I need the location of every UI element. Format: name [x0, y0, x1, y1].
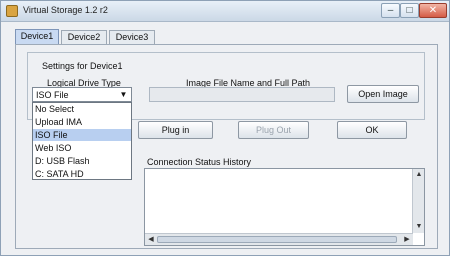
option-sata-hd[interactable]: C: SATA HD	[33, 168, 131, 180]
scroll-right-icon[interactable]: ▶	[402, 235, 412, 245]
option-upload-ima[interactable]: Upload IMA	[33, 116, 131, 128]
window-title: Virtual Storage 1.2 r2	[23, 5, 108, 15]
plug-out-button[interactable]: Plug Out	[238, 121, 309, 139]
option-no-select[interactable]: No Select	[33, 103, 131, 115]
selected-drive-type: ISO File	[36, 90, 69, 100]
horizontal-scroll-thumb[interactable]	[157, 236, 397, 243]
chevron-down-icon[interactable]: ▼	[118, 90, 129, 100]
open-image-button[interactable]: Open Image	[347, 85, 419, 103]
tab-device3[interactable]: Device3	[109, 30, 155, 44]
close-icon: ✕	[428, 5, 438, 16]
option-web-iso[interactable]: Web ISO	[33, 142, 131, 154]
minimize-icon: –	[387, 5, 394, 16]
close-button[interactable]: ✕	[419, 3, 447, 18]
tab-device2[interactable]: Device2	[61, 30, 107, 44]
connection-status-history[interactable]: ▲ ▼ ◀ ▶	[144, 168, 425, 246]
settings-title: Settings for Device1	[42, 61, 123, 71]
history-horizontal-scrollbar[interactable]: ◀ ▶	[145, 233, 413, 245]
drive-type-dropdown: No Select Upload IMA ISO File Web ISO D:…	[32, 102, 132, 180]
virtual-storage-window: Virtual Storage 1.2 r2 – □ ✕ Device1 Dev…	[0, 0, 450, 256]
option-iso-file[interactable]: ISO File	[33, 129, 131, 141]
maximize-icon: □	[406, 5, 413, 16]
tab-device1[interactable]: Device1	[15, 29, 59, 45]
scroll-left-icon[interactable]: ◀	[146, 235, 156, 245]
scroll-up-icon[interactable]: ▲	[414, 170, 424, 180]
connection-status-history-label: Connection Status History	[147, 157, 252, 167]
logical-drive-type-select[interactable]: ISO File ▼	[32, 87, 132, 102]
scroll-down-icon[interactable]: ▼	[414, 222, 424, 232]
plug-in-button[interactable]: Plug in	[138, 121, 213, 139]
app-icon	[6, 5, 18, 17]
image-path-input[interactable]	[149, 87, 335, 102]
option-usb-flash[interactable]: D: USB Flash	[33, 155, 131, 167]
history-vertical-scrollbar[interactable]: ▲ ▼	[412, 169, 424, 233]
ok-button[interactable]: OK	[337, 121, 407, 139]
minimize-button[interactable]: –	[381, 3, 400, 18]
title-bar: Virtual Storage 1.2 r2 – □ ✕	[1, 1, 449, 22]
maximize-button[interactable]: □	[400, 3, 419, 18]
